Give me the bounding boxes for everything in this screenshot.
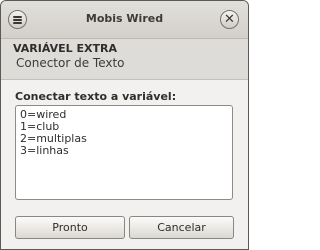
header-title: VARIÁVEL EXTRA [13,42,117,55]
ok-button[interactable]: Pronto [15,216,125,239]
close-icon: ✕ [224,12,235,27]
title-bar[interactable]: Mobis Wired ✕ [1,1,248,39]
menu-button[interactable] [8,10,27,29]
menu-icon [13,15,22,24]
dialog-header: VARIÁVEL EXTRA Conector de Texto [1,39,248,79]
text-line: 3=linhas [20,144,69,157]
dialog-window: Mobis Wired ✕ VARIÁVEL EXTRA Conector de… [0,0,249,250]
header-subtitle: Conector de Texto [16,56,125,70]
cancel-button[interactable]: Cancelar [129,216,234,239]
window-title: Mobis Wired [85,12,164,25]
header-divider [1,79,248,80]
variable-text-area[interactable]: 0=wired 1=club 2=multiplas 3=linhas [15,105,233,200]
close-button[interactable]: ✕ [220,10,239,29]
text-field-label: Conectar texto a variável: [15,90,177,103]
